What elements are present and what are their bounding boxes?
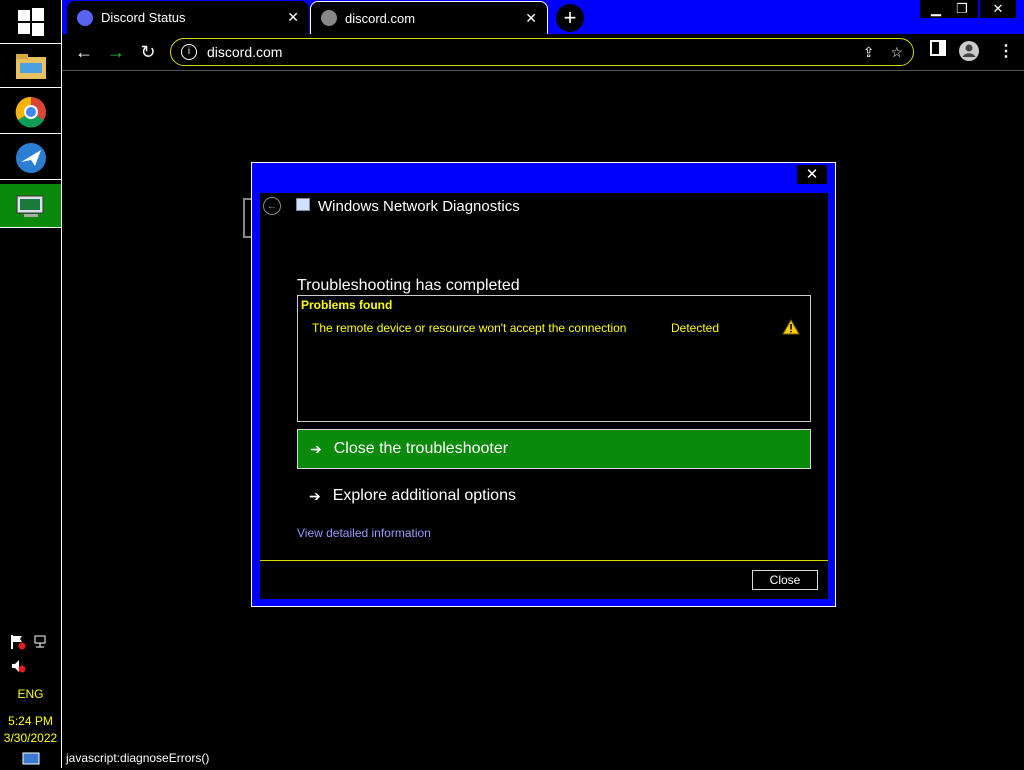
- explore-options-button[interactable]: ➔ Explore additional options: [297, 476, 811, 516]
- remote-desktop-icon[interactable]: [0, 136, 61, 180]
- dialog-close-icon[interactable]: ✕: [797, 165, 827, 184]
- profile-avatar-icon[interactable]: [958, 40, 980, 64]
- network-diagnostics-dialog: ✕ ← Windows Network Diagnostics Troubles…: [251, 162, 836, 607]
- problems-title: Problems found: [301, 298, 393, 312]
- volume-muted-icon[interactable]: [10, 658, 26, 674]
- arrow-right-icon: ➔: [309, 487, 321, 504]
- warning-icon: [782, 318, 800, 340]
- site-info-icon[interactable]: i: [181, 44, 197, 60]
- file-explorer-icon[interactable]: [0, 44, 61, 88]
- new-tab-button[interactable]: +: [556, 4, 584, 32]
- network-icon[interactable]: [32, 634, 48, 650]
- network-diagnostics-app-icon: [296, 198, 310, 211]
- discord-icon: [77, 9, 93, 26]
- explore-options-label: Explore additional options: [332, 487, 516, 504]
- tab-title: discord.com: [345, 10, 416, 26]
- close-troubleshooter-label: Close the troubleshooter: [333, 440, 509, 457]
- network-diagnostics-icon[interactable]: [0, 184, 61, 228]
- show-desktop-icon[interactable]: [22, 752, 40, 770]
- windows-start-icon[interactable]: [0, 0, 61, 44]
- problem-description[interactable]: The remote device or resource won't acce…: [312, 321, 626, 335]
- tab-title: Discord Status: [101, 10, 186, 25]
- tab-discord-status[interactable]: Discord Status ✕: [67, 1, 309, 34]
- browser-status-text: javascript:diagnoseErrors(): [66, 751, 210, 765]
- problems-found-box: Problems found The remote device or reso…: [297, 295, 811, 422]
- action-center-icon[interactable]: [10, 634, 26, 650]
- window-close-icon[interactable]: ✕: [980, 0, 1016, 18]
- dialog-heading: Troubleshooting has completed: [297, 277, 520, 294]
- view-detailed-information-link[interactable]: View detailed information: [297, 526, 431, 540]
- close-icon[interactable]: ✕: [287, 9, 299, 26]
- reload-icon[interactable]: ↻: [136, 40, 160, 64]
- footer-divider: [260, 560, 828, 561]
- clock-time[interactable]: 5:24 PM: [0, 714, 61, 728]
- back-arrow-icon[interactable]: ←: [72, 40, 96, 64]
- problem-status: Detected: [671, 321, 720, 335]
- taskbar: ENG 5:24 PM 3/30/2022: [0, 0, 62, 768]
- language-indicator[interactable]: ENG: [0, 687, 61, 701]
- bookmark-star-icon[interactable]: ☆: [890, 44, 903, 61]
- close-button[interactable]: Close: [752, 570, 818, 590]
- side-panel-icon[interactable]: [930, 40, 946, 64]
- close-icon[interactable]: ✕: [525, 10, 537, 27]
- dialog-title: Windows Network Diagnostics: [318, 198, 520, 215]
- arrow-right-icon: ➔: [310, 440, 322, 457]
- browser-titlebar: Discord Status ✕ discord.com ✕ + ▁ ❐ ✕: [62, 0, 1024, 34]
- address-text: discord.com: [207, 44, 283, 60]
- browser-toolbar: ← → ↻ i discord.com ⇪ ☆ ⋮: [62, 34, 1024, 71]
- chrome-icon[interactable]: [0, 90, 61, 134]
- dialog-content: ← Windows Network Diagnostics Troublesho…: [260, 193, 828, 599]
- back-arrow-icon[interactable]: ←: [263, 197, 281, 215]
- globe-icon: [321, 10, 337, 26]
- tab-discord-com[interactable]: discord.com ✕: [310, 1, 548, 34]
- tray-icons: [10, 634, 48, 650]
- clock-date[interactable]: 3/30/2022: [0, 731, 61, 745]
- restore-icon[interactable]: ❐: [946, 0, 978, 18]
- address-bar[interactable]: i discord.com ⇪ ☆: [170, 38, 914, 66]
- close-troubleshooter-button[interactable]: ➔ Close the troubleshooter: [297, 429, 811, 469]
- volume-tray: [10, 658, 26, 674]
- share-icon[interactable]: ⇪: [863, 44, 875, 61]
- forward-arrow-icon[interactable]: →: [104, 40, 128, 64]
- menu-kebab-icon[interactable]: ⋮: [998, 40, 1014, 64]
- dialog-header: ← Windows Network Diagnostics: [260, 193, 828, 219]
